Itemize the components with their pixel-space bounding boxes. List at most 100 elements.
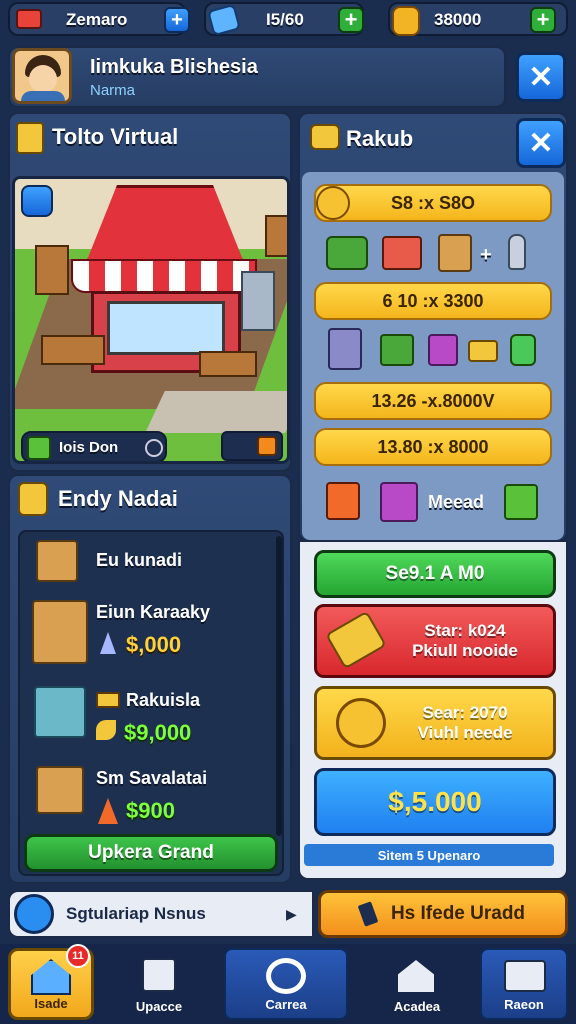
upgrade-grand-button[interactable]: Upkera Grand xyxy=(24,834,278,872)
bottom-info-text: Sgtulariap Nsnus xyxy=(66,904,206,923)
house-outline-icon xyxy=(398,960,434,992)
cabinet-left xyxy=(35,245,69,295)
add-resource-3-button[interactable]: + xyxy=(530,7,556,33)
shop-awning xyxy=(71,259,257,293)
add-resource-1-button[interactable]: + xyxy=(164,7,190,33)
gem-icon xyxy=(207,3,241,37)
path-tiles xyxy=(145,391,287,433)
chat-icon xyxy=(266,958,306,994)
item-4-name: Sm Savalatai xyxy=(96,768,208,788)
cube-icon xyxy=(27,436,51,460)
inventory-panel-title: Endy Nadai xyxy=(58,486,178,511)
reward-row-2[interactable]: 6 10 :x 3300 xyxy=(314,282,552,320)
resource-pill-3: 38000 + xyxy=(388,2,568,36)
resource-2-value: I5/60 xyxy=(266,10,304,29)
coin-bag-icon xyxy=(392,6,420,36)
item-3-price: $9,000 xyxy=(124,720,192,745)
red-button-line-2: Pkiull nooide xyxy=(412,641,518,660)
store-scene[interactable]: Iois Don xyxy=(12,176,290,464)
big-coin-icon xyxy=(336,698,386,748)
reward-row-3[interactable]: 13.26 -x.8000V xyxy=(314,382,552,420)
package-icon xyxy=(36,766,84,814)
avatar-body xyxy=(21,91,65,101)
basket-icon xyxy=(382,236,422,270)
gold-button-line-1: Sear: 2070 xyxy=(422,703,508,722)
book-icon xyxy=(16,122,44,154)
plus-sign: + xyxy=(480,244,492,266)
profile-subtitle: Narma xyxy=(90,82,136,99)
notification-badge: 11 xyxy=(66,944,90,968)
item-4-price: $900 xyxy=(126,798,175,823)
box-icon xyxy=(36,540,78,582)
profile-name: Iimkuka Blishesia xyxy=(90,56,258,78)
brush-icon xyxy=(96,720,116,740)
plant-box-icon xyxy=(438,234,472,272)
avatar-face xyxy=(29,65,57,93)
red-button-line-1: Star: k024 xyxy=(424,621,506,640)
green-action-button[interactable]: Se9.1 A M0 xyxy=(314,550,556,598)
badge-icon xyxy=(18,482,48,516)
cheese-icon xyxy=(468,340,498,362)
handshake-icon xyxy=(310,124,340,150)
counter-right xyxy=(199,351,257,377)
bottle-icon xyxy=(508,234,526,270)
close-profile-button[interactable]: ✕ xyxy=(516,52,566,102)
nav-academy[interactable]: Acadea xyxy=(374,948,460,1020)
nav-home-label: Isade xyxy=(34,996,68,1011)
misc-label: Meead xyxy=(428,492,485,512)
upgrade-action-label: Hs Ifede Uradd xyxy=(390,903,526,924)
arcade-icon xyxy=(328,328,362,370)
item-1-name: Eu kunadi xyxy=(96,550,183,570)
nav-reason[interactable]: Raeon xyxy=(480,948,568,1020)
avatar[interactable] xyxy=(12,48,72,104)
shelf-right xyxy=(241,271,275,331)
nav-career-label: Carrea xyxy=(265,997,307,1012)
shelf-top-right xyxy=(265,215,287,257)
info-icon[interactable] xyxy=(145,439,163,457)
ticket-small-icon xyxy=(96,692,120,708)
gold-button-line-2: Viuhl neede xyxy=(417,723,513,742)
gift-icon xyxy=(326,482,360,520)
coin-icon xyxy=(316,186,350,220)
computer-icon xyxy=(380,482,418,522)
store-lock-icon[interactable] xyxy=(21,185,53,217)
store-badge[interactable]: Iois Don xyxy=(21,431,167,461)
fruit-crate-icon xyxy=(380,334,414,366)
item-2-name: Eiun Karaaky xyxy=(96,602,211,622)
nav-reason-label: Raeon xyxy=(504,997,544,1012)
store-badge-label: Iois Don xyxy=(59,439,119,456)
item-2-price: $,000 xyxy=(126,632,182,657)
nav-update[interactable]: Upacce xyxy=(116,948,202,1020)
resource-1-value: Zemaro xyxy=(66,10,128,29)
system-footer-label: Sitem 5 Upenaro xyxy=(304,844,554,866)
upgrade-action-button[interactable]: Hs Ifede Uradd xyxy=(318,890,568,938)
store-panel-title: Tolto Virtual xyxy=(52,124,179,149)
counter-left xyxy=(41,335,105,365)
home-icon xyxy=(31,959,71,995)
level-icon xyxy=(257,436,277,456)
shop-window xyxy=(107,301,225,355)
add-resource-2-button[interactable]: + xyxy=(338,7,364,33)
nav-career[interactable]: Carrea xyxy=(224,948,348,1020)
rewards-panel-title: Rakub xyxy=(346,126,414,151)
reward-row-4[interactable]: 13.80 :x 8000 xyxy=(314,428,552,466)
crate-stack-icon xyxy=(32,600,88,664)
purple-box-icon xyxy=(428,334,458,366)
resource-3-value: 38000 xyxy=(434,10,482,29)
ticket-icon xyxy=(16,9,42,29)
cash-icon xyxy=(326,236,368,270)
resource-pill-1: Zemaro + xyxy=(8,2,190,36)
arrow-right-icon: ▶ xyxy=(286,906,297,922)
blue-price-button[interactable]: $,5.000 xyxy=(314,768,556,836)
scrollbar[interactable] xyxy=(276,536,282,836)
store-level-badge xyxy=(221,431,283,461)
resource-pill-2: I5/60 + xyxy=(204,2,364,37)
nav-academy-label: Acadea xyxy=(393,999,441,1014)
close-rewards-button[interactable]: ✕ xyxy=(516,118,566,168)
globe-icon xyxy=(14,894,54,934)
green-gift-icon xyxy=(504,484,538,520)
pencil-icon xyxy=(357,901,379,927)
nav-update-label: Upacce xyxy=(135,999,183,1014)
card-icon xyxy=(504,960,546,992)
tool-icon xyxy=(510,334,536,366)
